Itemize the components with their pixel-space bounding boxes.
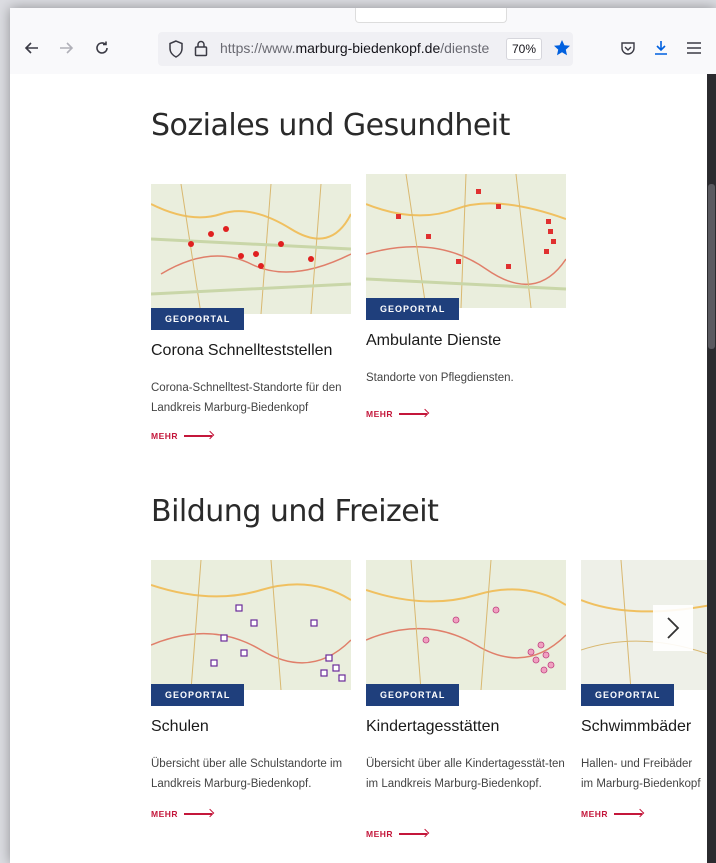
more-link[interactable]: MEHR <box>366 829 428 839</box>
forward-icon[interactable] <box>56 38 76 58</box>
url-domain: marburg-biedenkopf.de <box>295 40 441 56</box>
card-title[interactable]: Corona Schnellteststellen <box>151 342 332 360</box>
more-label: MEHR <box>151 809 179 819</box>
page-content: Soziales und Gesundheit GEOPORTAL Corona… <box>10 74 707 863</box>
bookmark-star-icon[interactable] <box>553 39 571 62</box>
card-description: Corona-Schnelltest-Standorte für den Lan… <box>151 382 342 414</box>
scrollbar-thumb[interactable] <box>708 184 715 349</box>
url-bar[interactable]: https://www.marburg-biedenkopf.de/dienst… <box>158 32 573 66</box>
more-link[interactable]: MEHR <box>151 809 213 819</box>
more-label: MEHR <box>366 409 394 419</box>
menu-icon[interactable] <box>684 38 704 58</box>
badge-geoportal: GEOPORTAL <box>581 684 675 706</box>
reload-icon[interactable] <box>92 38 112 58</box>
map-thumbnail[interactable] <box>366 174 566 308</box>
lock-icon[interactable] <box>194 39 208 62</box>
more-link[interactable]: MEHR <box>581 809 643 819</box>
scrollbar[interactable] <box>707 74 716 863</box>
card-description: Übersicht über alle Kindertagesstät-ten … <box>366 758 565 790</box>
arrow-right-icon <box>184 435 213 437</box>
back-icon[interactable] <box>22 38 42 58</box>
more-link[interactable]: MEHR <box>366 409 428 419</box>
card-title[interactable]: Schwimmbäder <box>581 718 691 736</box>
chevron-right-icon <box>667 617 680 639</box>
map-thumbnail[interactable] <box>151 560 351 690</box>
card-description: Übersicht über alle Schulstandorte im La… <box>151 758 343 790</box>
map-thumbnail[interactable] <box>366 560 566 690</box>
arrow-right-icon <box>399 413 428 415</box>
pocket-icon[interactable] <box>618 38 638 58</box>
browser-tab[interactable] <box>355 8 507 23</box>
card-title[interactable]: Ambulante Dienste <box>366 332 501 350</box>
card-title[interactable]: Schulen <box>151 718 209 736</box>
browser-toolbar: https://www.marburg-biedenkopf.de/dienst… <box>10 8 716 75</box>
download-icon[interactable] <box>651 38 671 58</box>
badge-geoportal: GEOPORTAL <box>366 298 460 320</box>
browser-window: https://www.marburg-biedenkopf.de/dienst… <box>10 8 716 863</box>
badge-geoportal: GEOPORTAL <box>151 308 245 330</box>
arrow-right-icon <box>399 833 428 835</box>
more-link[interactable]: MEHR <box>151 431 213 441</box>
map-thumbnail[interactable] <box>151 184 351 314</box>
url-prefix: https://www. <box>220 40 296 56</box>
zoom-indicator[interactable]: 70% <box>506 38 543 60</box>
more-label: MEHR <box>581 809 609 819</box>
card-description: Standorte von Pflegdiensten. <box>366 372 514 384</box>
more-label: MEHR <box>151 431 179 441</box>
url-path: /dienste <box>440 40 490 56</box>
shield-icon[interactable] <box>168 40 184 63</box>
badge-geoportal: GEOPORTAL <box>151 684 245 706</box>
card-title[interactable]: Kindertagesstätten <box>366 718 499 736</box>
carousel-next-button[interactable] <box>653 605 693 651</box>
section-title-soziales: Soziales und Gesundheit <box>151 108 510 143</box>
card-description: Hallen- und Freibäder im Marburg-Biedenk… <box>581 758 701 790</box>
url-text[interactable]: https://www.marburg-biedenkopf.de/dienst… <box>220 40 505 58</box>
badge-geoportal: GEOPORTAL <box>366 684 460 706</box>
arrow-right-icon <box>614 813 643 815</box>
section-title-bildung: Bildung und Freizeit <box>151 494 439 529</box>
more-label: MEHR <box>366 829 394 839</box>
arrow-right-icon <box>184 813 213 815</box>
